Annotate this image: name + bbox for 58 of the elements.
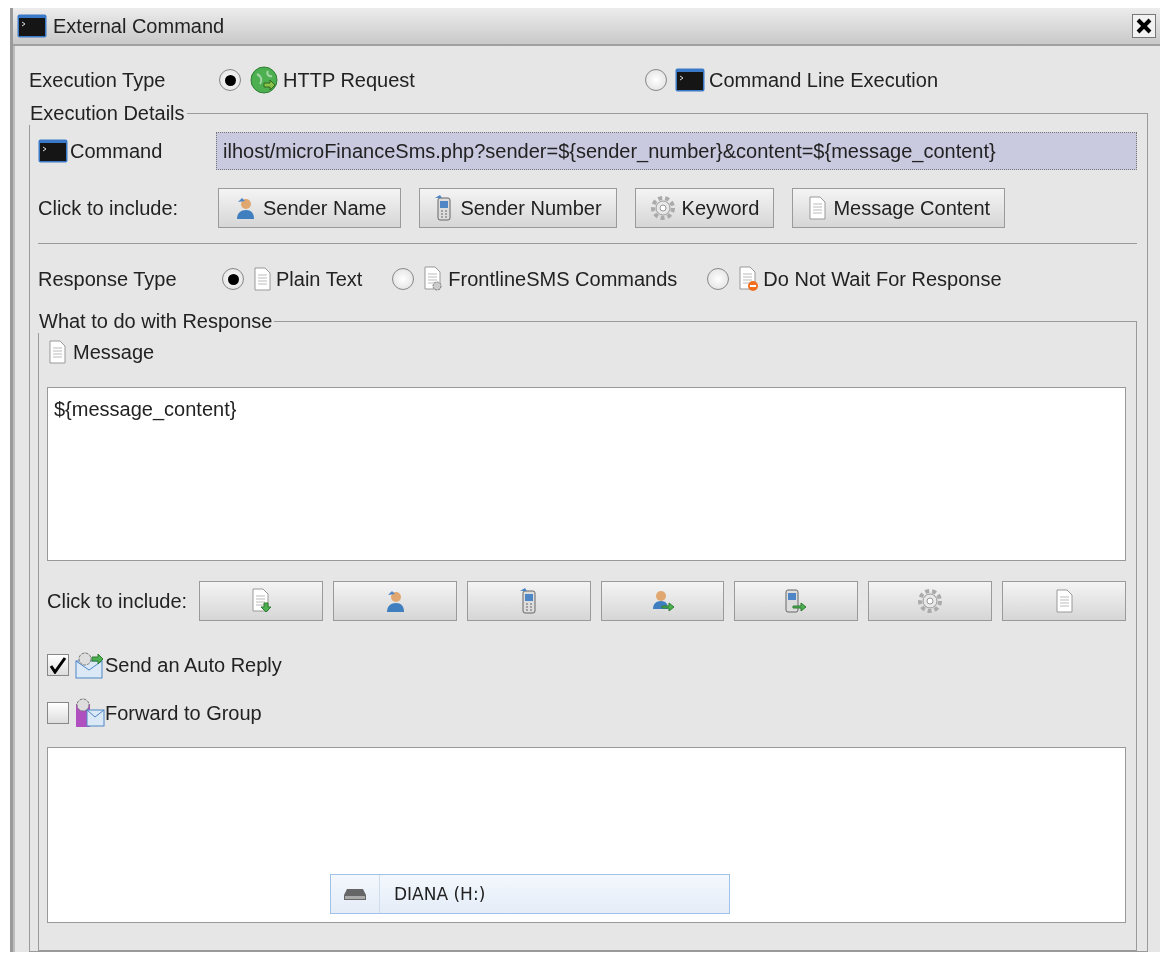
radio-label[interactable]: HTTP Request bbox=[283, 68, 415, 92]
include-button[interactable]: Message Content bbox=[792, 188, 1006, 228]
include-button[interactable]: Sender Name bbox=[218, 188, 402, 228]
window-title: External Command bbox=[53, 14, 226, 38]
group-title: Execution Details bbox=[29, 102, 186, 125]
checkbox[interactable] bbox=[47, 654, 69, 676]
gear-icon bbox=[917, 588, 944, 614]
terminal-icon bbox=[38, 139, 68, 163]
document-icon bbox=[252, 267, 272, 291]
group-title: What to do with Response bbox=[38, 310, 274, 333]
checkbox-label[interactable]: Forward to Group bbox=[105, 701, 262, 725]
radio-button[interactable] bbox=[219, 69, 241, 91]
include-button[interactable] bbox=[332, 581, 457, 621]
checkbox-label[interactable]: Send an Auto Reply bbox=[105, 653, 282, 677]
include-button[interactable] bbox=[199, 581, 323, 621]
radio-label[interactable]: Command Line Execution bbox=[709, 68, 938, 92]
drive-icon bbox=[344, 887, 366, 901]
phone-icon bbox=[518, 588, 539, 614]
radio-label[interactable]: Do Not Wait For Response bbox=[763, 267, 1002, 291]
field-label: Response Type bbox=[38, 267, 178, 291]
terminal-icon bbox=[17, 14, 47, 38]
radio-label[interactable]: Plain Text bbox=[276, 267, 363, 291]
message-text-area[interactable]: ${message_content} bbox=[47, 387, 1126, 561]
radio-button[interactable] bbox=[645, 69, 667, 91]
mail-gear-icon bbox=[75, 651, 105, 679]
include-button[interactable] bbox=[1002, 581, 1126, 621]
include-button[interactable] bbox=[734, 581, 859, 621]
document-gear-icon bbox=[422, 266, 445, 292]
field-label: Click to include: bbox=[47, 589, 188, 613]
radio-button[interactable] bbox=[392, 268, 415, 290]
field-label: Command bbox=[70, 139, 164, 163]
close-button[interactable] bbox=[1132, 14, 1156, 38]
radio-button[interactable] bbox=[707, 268, 730, 290]
include-button[interactable]: Sender Number bbox=[419, 188, 617, 228]
close-icon bbox=[1136, 18, 1152, 34]
tooltip-text: DIANA (H:) bbox=[394, 884, 486, 904]
gear-icon bbox=[649, 195, 676, 221]
document-stop-icon bbox=[737, 266, 760, 292]
globe-icon bbox=[249, 65, 279, 95]
document-icon bbox=[1054, 589, 1075, 613]
document-icon bbox=[47, 340, 67, 364]
document-icon bbox=[807, 196, 828, 220]
mail-group-icon bbox=[75, 698, 105, 728]
command-field[interactable]: ilhost/microFinanceSms.php?sender=${sender_number}&content=${message_content} bbox=[216, 132, 1137, 170]
field-label: Click to include: bbox=[38, 196, 180, 220]
radio-label[interactable]: FrontlineSMS Commands bbox=[448, 267, 678, 291]
checkmark-icon bbox=[49, 656, 67, 674]
include-button[interactable] bbox=[868, 581, 993, 621]
checkbox[interactable] bbox=[47, 702, 69, 724]
include-button[interactable] bbox=[466, 581, 591, 621]
field-label: Execution Type bbox=[29, 68, 167, 92]
group-list[interactable]: DIANA (H:) bbox=[47, 747, 1126, 923]
include-button[interactable]: Keyword bbox=[634, 188, 775, 228]
terminal-icon bbox=[675, 68, 705, 92]
field-label: Message bbox=[73, 340, 155, 364]
include-button[interactable] bbox=[600, 581, 725, 621]
document-arrow-icon bbox=[250, 588, 272, 614]
radio-button[interactable] bbox=[222, 268, 244, 290]
